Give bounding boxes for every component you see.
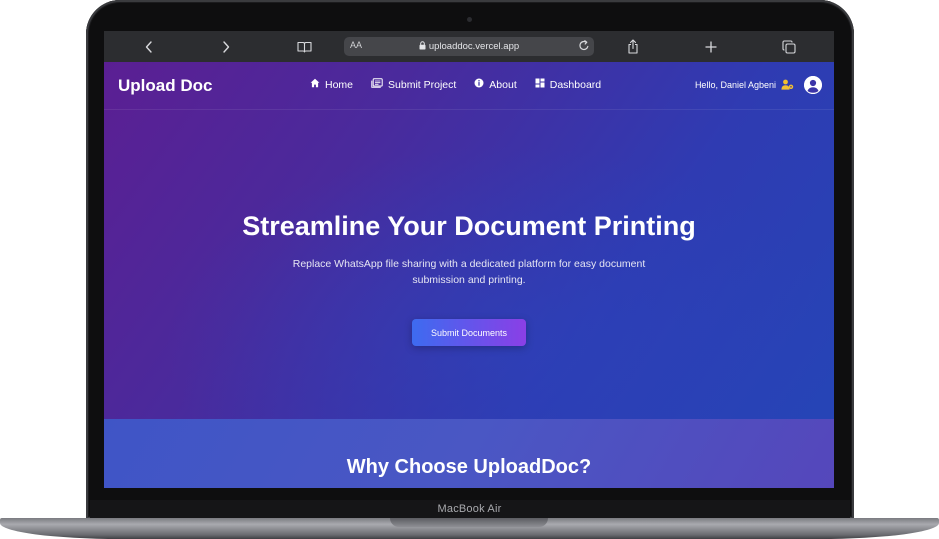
home-icon — [310, 78, 320, 91]
tabs-icon[interactable] — [777, 31, 801, 62]
nav-item-about[interactable]: About — [474, 78, 517, 91]
hero-title: Streamline Your Document Printing — [242, 211, 696, 241]
nav-item-home[interactable]: Home — [310, 78, 353, 91]
new-tab-icon[interactable] — [699, 31, 723, 62]
why-title: Why Choose UploadDoc? — [346, 456, 592, 478]
user-menu[interactable]: Hello, Daniel Agbeni — [695, 76, 822, 94]
avatar[interactable] — [804, 76, 822, 94]
url-display[interactable]: uploaddoc.vercel.app — [344, 37, 594, 56]
nav-item-label: Submit Project — [388, 78, 457, 91]
brand-logo[interactable]: Upload Doc — [118, 76, 212, 96]
nav-item-label: About — [489, 78, 517, 91]
hero-section: Streamline Your Document Printing Replac… — [104, 110, 834, 419]
user-icon — [781, 79, 794, 92]
info-icon — [474, 78, 484, 91]
nav-links: Home Submit Project About Dashboard — [310, 78, 601, 91]
nav-item-dashboard[interactable]: Dashboard — [535, 78, 601, 91]
forward-icon[interactable] — [214, 31, 238, 62]
address-bar[interactable]: AA uploaddoc.vercel.app — [344, 37, 594, 56]
screen: AA uploaddoc.vercel.app Upload Doc Home … — [104, 31, 834, 488]
nav-item-label: Dashboard — [549, 78, 602, 91]
navbar: Upload Doc Home Submit Project About Das… — [104, 62, 834, 110]
web-page: Upload Doc Home Submit Project About Das… — [104, 62, 834, 488]
nav-item-submit-project[interactable]: Submit Project — [371, 78, 456, 91]
share-icon[interactable] — [621, 31, 645, 62]
laptop-base-notch — [390, 518, 548, 527]
submit-icon — [371, 78, 383, 91]
url-text: uploaddoc.vercel.app — [428, 41, 520, 52]
browser-toolbar: AA uploaddoc.vercel.app — [104, 31, 834, 62]
lock-icon — [419, 40, 426, 53]
why-section: Why Choose UploadDoc? — [104, 419, 834, 488]
hero-subtitle: Replace WhatsApp file sharing with a ded… — [292, 258, 646, 286]
device-label: MacBook Air — [437, 503, 502, 515]
back-icon[interactable] — [137, 31, 161, 62]
user-greeting: Hello, Daniel Agbeni — [694, 80, 776, 90]
bookmarks-icon[interactable] — [292, 31, 316, 62]
submit-documents-button[interactable]: Submit Documents — [412, 319, 526, 346]
nav-item-label: Home — [325, 78, 354, 91]
reload-icon[interactable] — [578, 39, 590, 57]
dashboard-icon — [535, 78, 545, 91]
camera-icon — [467, 17, 472, 22]
